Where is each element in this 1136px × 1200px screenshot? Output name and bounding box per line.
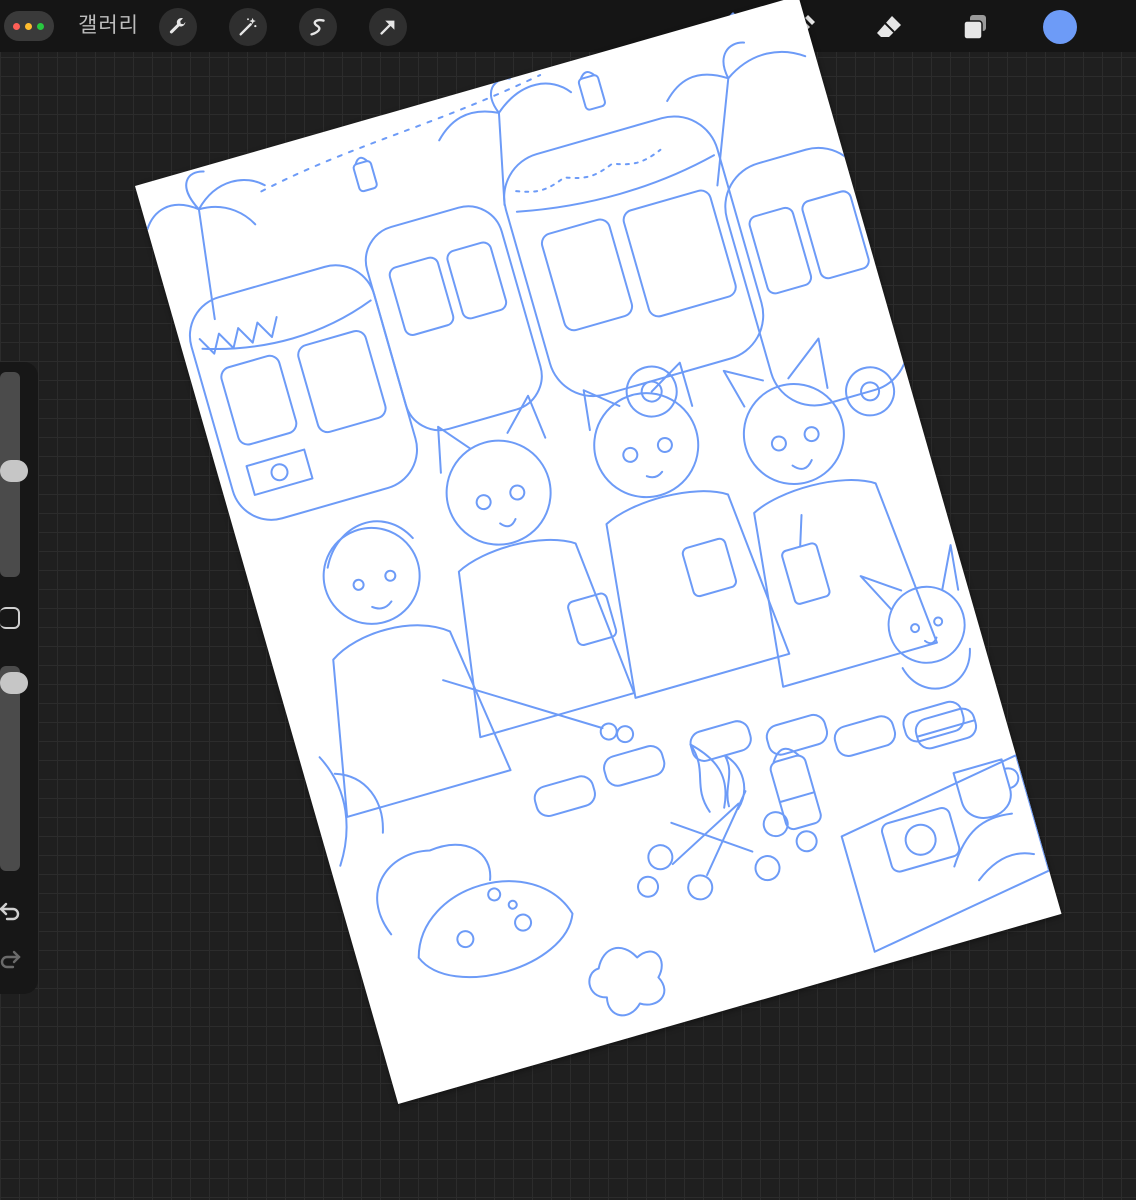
minimize-dot-icon[interactable]	[25, 23, 32, 30]
foliage-sketch	[318, 756, 1035, 1017]
opacity-slider[interactable]	[0, 666, 28, 871]
selection-icon	[310, 18, 325, 36]
drawing-canvas[interactable]	[135, 0, 1062, 1105]
sketch-illustration	[146, 41, 1051, 1017]
adjustments-button[interactable]	[229, 8, 267, 46]
layers-icon	[963, 15, 986, 40]
close-dot-icon[interactable]	[13, 23, 20, 30]
layers-button[interactable]	[956, 8, 994, 46]
actions-button[interactable]	[159, 8, 197, 46]
redo-icon[interactable]	[0, 948, 22, 970]
modify-button[interactable]	[0, 607, 20, 629]
magic-wand-icon	[239, 17, 257, 36]
opacity-knob[interactable]	[0, 672, 28, 694]
wrench-icon	[169, 17, 186, 34]
zoom-dot-icon[interactable]	[37, 23, 44, 30]
gallery-button[interactable]: 갤러리	[78, 14, 139, 38]
selection-button[interactable]	[299, 8, 337, 46]
window-controls[interactable]	[4, 11, 54, 41]
lanterns	[352, 71, 822, 831]
eraser-icon	[877, 16, 901, 37]
color-picker-button[interactable]	[1043, 10, 1077, 44]
transform-arrow-icon	[380, 20, 395, 35]
transform-button[interactable]	[369, 8, 407, 46]
brush-size-knob[interactable]	[0, 460, 28, 482]
pikachu-sketch	[859, 544, 971, 690]
left-sidebar	[0, 362, 38, 994]
eraser-tool-button[interactable]	[870, 8, 908, 46]
undo-icon[interactable]	[0, 900, 22, 922]
top-toolbar: 갤러리	[0, 0, 1136, 52]
campfire-sketch	[637, 743, 818, 901]
bulbasaur-sketch	[376, 843, 574, 979]
brush-size-slider[interactable]	[0, 372, 28, 577]
